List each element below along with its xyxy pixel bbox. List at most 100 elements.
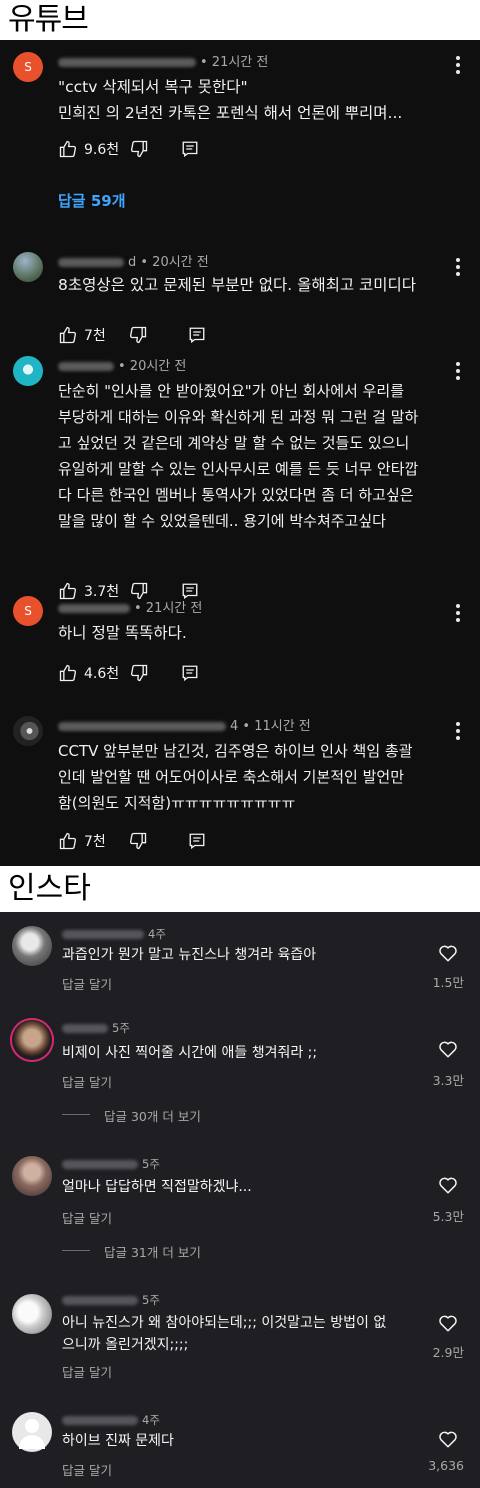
dislike-icon[interactable] xyxy=(129,663,149,683)
more-options-icon[interactable] xyxy=(456,722,460,740)
comment-line: 단순히 "인사를 안 받아줬어요"가 아닌 회사에서 우리를 xyxy=(58,382,405,400)
comment-time: 5주 xyxy=(142,1157,160,1171)
avatar[interactable] xyxy=(12,926,52,966)
heart-icon[interactable] xyxy=(438,1040,458,1058)
like-count: 5.3만 xyxy=(432,1209,464,1224)
reply-icon[interactable] xyxy=(188,832,206,850)
comment-meta: 5주 xyxy=(62,1020,130,1036)
reply-button[interactable]: 답글 달기 xyxy=(62,1460,112,1479)
more-options-icon[interactable] xyxy=(456,362,460,380)
divider xyxy=(62,1114,90,1115)
comment-line: 다 다른 한국인 멤버나 통역사가 있었다면 좀 더 하고싶은 xyxy=(58,486,414,504)
view-replies-link[interactable]: 답글 59개 xyxy=(58,190,126,211)
like-count: 3.3만 xyxy=(432,1073,464,1088)
comment-line: 아니 뉴진스가 왜 참아야되는데;;; 이것말고는 방법이 없 xyxy=(62,1315,387,1331)
comment-line: 말을 많이 할 수 있었을텐데.. 용기에 박수쳐주고싶다 xyxy=(58,512,386,530)
view-more-replies[interactable]: 답글 30개 더 보기 xyxy=(104,1106,201,1125)
like-icon[interactable] xyxy=(58,139,78,159)
reply-button[interactable]: 답글 달기 xyxy=(62,1072,112,1091)
dislike-icon[interactable] xyxy=(129,139,149,159)
reply-icon[interactable] xyxy=(181,664,199,682)
avatar-letter: S xyxy=(24,604,32,618)
comment-actions: 7천 xyxy=(58,324,206,346)
like-icon[interactable] xyxy=(58,831,78,851)
comment-time: d • 20시간 전 xyxy=(128,255,209,270)
blurred-username[interactable] xyxy=(62,1024,108,1033)
comment-time: 4주 xyxy=(148,927,166,941)
more-options-icon[interactable] xyxy=(456,56,460,74)
comment-line: 부당하게 대하는 이유와 확신하게 된 과정 뭐 그런 걸 말하 xyxy=(58,408,419,426)
like-count: 3,636 xyxy=(428,1458,464,1473)
blurred-username[interactable] xyxy=(58,58,196,67)
comment-meta: d • 20시간 전 xyxy=(58,251,209,270)
blurred-username[interactable] xyxy=(58,604,130,613)
avatar[interactable] xyxy=(12,1156,52,1196)
comment-text: 단순히 "인사를 안 받아줬어요"가 아닌 회사에서 우리를 부당하게 대하는 … xyxy=(58,378,452,534)
reply-icon[interactable] xyxy=(181,140,199,158)
blurred-username[interactable] xyxy=(62,1296,138,1305)
reply-button[interactable]: 답글 달기 xyxy=(62,974,112,993)
blurred-username[interactable] xyxy=(62,1160,138,1169)
blurred-username[interactable] xyxy=(62,1416,138,1425)
like-count: 1.5만 xyxy=(432,975,464,990)
avatar[interactable] xyxy=(12,1020,52,1060)
comment-text: "cctv 삭제되서 복구 못한다" 민희진 의 2년전 카톡은 포렌식 해서 … xyxy=(58,74,446,126)
avatar[interactable] xyxy=(13,356,43,386)
comment-line: 인데 발언할 땐 어도어이사로 축소해서 기본적인 발언만 xyxy=(58,768,405,786)
comment-line: CCTV 앞부분만 남긴것, 김주영은 하이브 인사 책임 총괄 xyxy=(58,742,413,760)
like-count: 4.6천 xyxy=(84,666,120,682)
comment-meta: • 21시간 전 xyxy=(58,51,268,70)
avatar[interactable] xyxy=(13,716,43,746)
comment-time: • 20시간 전 xyxy=(118,359,187,374)
comment-meta: 4주 xyxy=(62,926,166,942)
heart-icon[interactable] xyxy=(438,944,458,962)
more-options-icon[interactable] xyxy=(456,604,460,622)
avatar[interactable] xyxy=(12,1294,52,1334)
avatar[interactable] xyxy=(12,1412,52,1452)
heart-icon[interactable] xyxy=(438,1430,458,1448)
default-avatar-icon xyxy=(25,1419,39,1433)
reply-icon[interactable] xyxy=(188,326,206,344)
avatar[interactable] xyxy=(13,252,43,282)
like-icon[interactable] xyxy=(58,325,78,345)
like-count: 2.9만 xyxy=(432,1345,464,1360)
comment-meta: • 21시간 전 xyxy=(58,597,202,616)
comment-time: • 21시간 전 xyxy=(134,601,203,616)
blurred-username[interactable] xyxy=(58,722,226,731)
heart-icon[interactable] xyxy=(438,1314,458,1332)
comment-actions: 7천 xyxy=(58,830,206,852)
comment-meta: 5주 xyxy=(62,1292,160,1308)
comment-line: 8초영상은 있고 문제된 부분만 없다. 올해최고 코미디다 xyxy=(58,276,417,294)
comment-meta: 4 • 11시간 전 xyxy=(58,715,311,734)
comment-text: 하니 정말 똑똑하다. xyxy=(58,620,446,646)
avatar-letter: S xyxy=(24,60,32,74)
comment-meta: 5주 xyxy=(62,1156,160,1172)
comment-line: "cctv 삭제되서 복구 못한다" xyxy=(58,78,248,96)
dislike-icon[interactable] xyxy=(128,831,148,851)
like-count: 7천 xyxy=(84,328,106,344)
dislike-icon[interactable] xyxy=(128,325,148,345)
blurred-username[interactable] xyxy=(62,930,144,939)
avatar[interactable]: S xyxy=(13,596,43,626)
comment-time: 5주 xyxy=(142,1293,160,1307)
reply-button[interactable]: 답글 달기 xyxy=(62,1362,112,1381)
comment-text: 8초영상은 있고 문제된 부분만 없다. 올해최고 코미디다 xyxy=(58,272,446,298)
view-more-replies[interactable]: 답글 31개 더 보기 xyxy=(104,1242,201,1261)
divider xyxy=(62,1250,90,1251)
blurred-username[interactable] xyxy=(58,258,124,267)
comment-text: 비제이 사진 찍어줄 시간에 애들 챙겨줘라 ;; xyxy=(62,1045,318,1061)
like-icon[interactable] xyxy=(58,663,78,683)
heart-icon[interactable] xyxy=(438,1176,458,1194)
comment-meta: • 20시간 전 xyxy=(58,355,186,374)
comment-text: 얼마나 답답하면 직접말하겠냐... xyxy=(62,1179,252,1195)
comment-time: 4 • 11시간 전 xyxy=(230,719,311,734)
instagram-comments-panel: 4주 과즙인가 뭔가 말고 뉴진스나 챙겨라 육즙아 답글 달기 1.5만 5주… xyxy=(0,912,480,1488)
more-options-icon[interactable] xyxy=(456,258,460,276)
avatar[interactable]: S xyxy=(13,52,43,82)
reply-button[interactable]: 답글 달기 xyxy=(62,1208,112,1227)
comment-meta: 4주 xyxy=(62,1412,160,1428)
blurred-username[interactable] xyxy=(58,362,114,371)
comment-text: 과즙인가 뭔가 말고 뉴진스나 챙겨라 육즙아 xyxy=(62,947,317,963)
comment-time: 4주 xyxy=(142,1413,160,1427)
like-count: 7천 xyxy=(84,834,106,850)
